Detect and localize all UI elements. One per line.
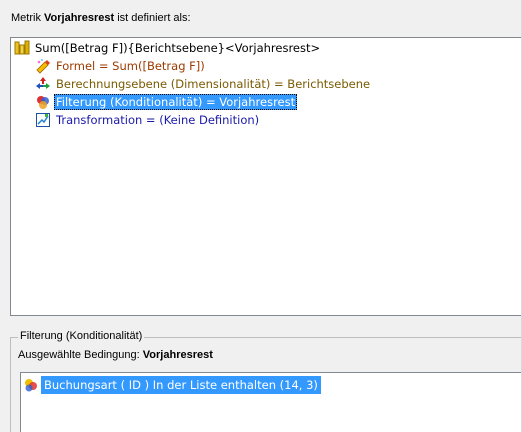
condition-group-title: Filterung (Konditionalität) bbox=[18, 330, 145, 342]
condition-list-item[interactable]: Buchungsart ( ID ) In der Liste enthalte… bbox=[23, 375, 321, 395]
filter-icon bbox=[35, 94, 51, 110]
tree-node-filtering[interactable]: Filterung (Konditionalität) = Vorjahresr… bbox=[35, 93, 298, 111]
condition-list-item-label: Buchungsart ( ID ) In der Liste enthalte… bbox=[41, 376, 321, 394]
tree-node-transformation-label: Transformation = (Keine Definition) bbox=[56, 113, 260, 127]
selected-condition-value: Vorjahresrest bbox=[142, 349, 213, 361]
condition-list[interactable]: Buchungsart ( ID ) In der Liste enthalte… bbox=[20, 372, 522, 432]
metric-definition-tree[interactable]: Sum([Betrag F]){Berichtsebene}<Vorjahres… bbox=[10, 37, 522, 316]
metric-name: Vorjahresrest bbox=[44, 12, 115, 24]
selected-condition-label: Ausgewählte Bedingung: bbox=[18, 349, 140, 361]
tree-node-transformation[interactable]: Transformation = (Keine Definition) bbox=[35, 111, 261, 129]
condition-icon bbox=[23, 377, 39, 393]
metric-definition-header: Metrik Vorjahresrest ist definiert als: bbox=[11, 12, 191, 24]
level-icon bbox=[35, 76, 51, 92]
tree-node-formula[interactable]: Formel = Sum([Betrag F]) bbox=[35, 57, 207, 75]
selected-condition-line: Ausgewählte Bedingung: Vorjahresrest bbox=[18, 349, 213, 361]
tree-root-node[interactable]: Sum([Betrag F]){Berichtsebene}<Vorjahres… bbox=[14, 39, 322, 57]
formula-icon bbox=[35, 58, 51, 74]
tree-node-calculation-level-label: Berechnungsebene (Dimensionalität) = Ber… bbox=[56, 77, 371, 91]
header-prefix: Metrik bbox=[11, 12, 41, 24]
tree-node-filtering-label: Filterung (Konditionalität) = Vorjahresr… bbox=[54, 94, 298, 110]
tree-root-label: Sum([Betrag F]){Berichtsebene}<Vorjahres… bbox=[35, 41, 321, 55]
metric-icon bbox=[14, 40, 30, 56]
transformation-icon bbox=[35, 112, 51, 128]
tree-node-calculation-level[interactable]: Berechnungsebene (Dimensionalität) = Ber… bbox=[35, 75, 372, 93]
tree-node-formula-label: Formel = Sum([Betrag F]) bbox=[56, 59, 205, 73]
header-suffix: ist definiert als: bbox=[117, 12, 191, 24]
